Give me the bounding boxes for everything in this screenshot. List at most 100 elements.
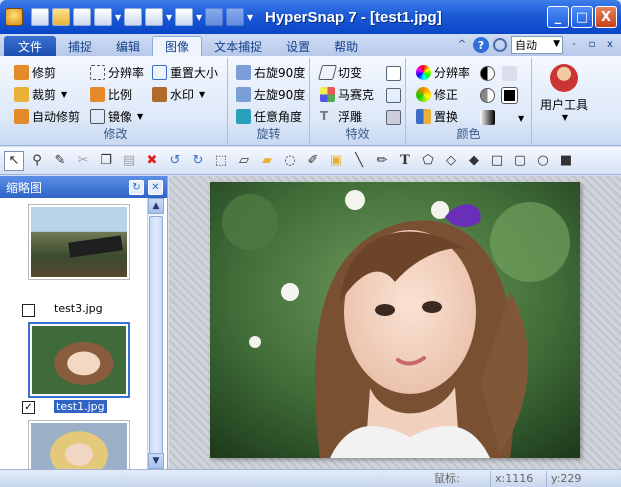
redo-icon[interactable]: ↻ [188,151,208,171]
paste-icon[interactable]: ▤ [119,151,139,171]
photo-image[interactable] [210,182,580,458]
tab-capture[interactable]: 捕捉 [56,36,104,56]
thumbnail-list[interactable]: test3.jpg ✓ test1.jpg [0,198,148,469]
new-icon[interactable] [31,8,49,26]
eyedropper-icon[interactable]: ✎ [50,151,70,171]
tab-edit[interactable]: 编辑 [104,36,152,56]
filled-rect-icon[interactable]: ■ [556,151,576,171]
tab-file[interactable]: 文件 [4,36,57,56]
save-icon[interactable] [73,8,91,26]
lasso-icon[interactable]: ◌ [280,151,300,171]
image-canvas[interactable] [169,176,621,469]
scroll-down-icon[interactable]: ▼ [148,453,164,469]
rotate-left-button[interactable]: 左旋90度 [236,86,305,103]
resolution-button[interactable]: 分辨率 [90,64,144,81]
text-icon[interactable]: T [395,151,415,171]
undo-icon[interactable]: ↺ [165,151,185,171]
polygon-icon[interactable]: ⬠ [418,151,438,171]
open-folder-icon[interactable] [52,8,70,26]
checkbox[interactable]: ✓ [22,401,35,414]
window-title: HyperSnap 7 - [test1.jpg] [265,8,442,26]
maximize-button[interactable]: □ [571,6,593,28]
minimize-button[interactable]: _ [547,6,569,28]
color-resolution-button[interactable]: 分辨率 [416,64,470,81]
screen-icon[interactable] [145,8,163,26]
color-replace-button[interactable]: 置换 [416,108,458,125]
customize-icon[interactable]: ▼ [247,13,253,22]
fill-icon[interactable]: ◆ [464,151,484,171]
contrast-icon[interactable] [480,66,495,81]
chevron-down-icon[interactable]: ▼ [518,114,524,123]
mirror-button[interactable]: 镜像 ▼ [90,108,143,125]
brightness-icon[interactable] [480,88,495,103]
shear-button[interactable]: 切变 [317,64,362,81]
app-icon[interactable] [5,8,23,26]
color-picker-icon[interactable]: ✐ [303,151,323,171]
tab-text-capture[interactable]: 文本捕捉 [202,36,274,56]
close-button[interactable]: X [595,6,617,28]
rotate-any-button[interactable]: 任意角度 [236,108,302,125]
tab-settings[interactable]: 设置 [274,36,322,56]
zoom-select[interactable]: 自动 ▼ [511,36,563,54]
delete-icon[interactable]: ✖ [142,151,162,171]
resize-button[interactable]: 重置大小 [152,64,218,81]
gradient-icon[interactable] [480,110,495,125]
doc-close-button[interactable]: x [603,38,617,52]
effect-frame-icon[interactable] [386,88,401,103]
print-icon[interactable] [124,8,142,26]
line-icon[interactable]: ╲ [349,151,369,171]
crop-select-icon[interactable]: ⬚ [211,151,231,171]
doc-restore-button[interactable]: ▫ [585,38,599,52]
zoom-lens-icon[interactable]: ⚲ [27,151,47,171]
tab-help[interactable]: 帮助 [322,36,370,56]
upload-icon[interactable] [94,8,112,26]
pencil-icon[interactable]: ✏ [372,151,392,171]
dropdown-icon[interactable]: ▼ [196,13,202,22]
refresh-icon[interactable]: ↻ [129,179,144,195]
dropdown-icon[interactable]: ▼ [166,13,172,22]
mosaic-button[interactable]: 马赛克 [320,86,374,103]
rounded-rect-icon[interactable]: ▢ [510,151,530,171]
trim-button[interactable]: 修剪 [14,64,56,81]
rectangle-icon[interactable]: □ [487,151,507,171]
auto-trim-button[interactable]: 自动修剪 [14,108,80,125]
clipboard-icon[interactable] [175,8,193,26]
thumbnail-scrollbar[interactable]: ▲ ▼ [147,198,164,469]
undo-icon[interactable] [205,8,223,26]
effect-extra-icon[interactable] [386,66,401,81]
checkbox[interactable] [22,304,35,317]
freeform-icon[interactable]: ◇ [441,151,461,171]
scroll-up-icon[interactable]: ▲ [148,198,164,214]
watermark-button[interactable]: 水印 ▼ [152,86,205,103]
doc-minimize-button[interactable]: - [567,38,581,52]
highlight-icon[interactable]: ▰ [257,151,277,171]
dropdown-icon[interactable]: ▼ [115,13,121,22]
cut-icon[interactable]: ✂ [73,151,93,171]
thumbnail-test1[interactable] [28,322,130,398]
redo-icon[interactable] [226,8,244,26]
crop-button[interactable]: 裁剪 ▼ [14,86,67,103]
photo-portrait [210,182,580,458]
dropper-icon[interactable] [502,66,517,81]
close-icon[interactable]: ✕ [148,179,163,195]
tab-image[interactable]: 图像 [152,36,203,56]
copy-icon[interactable]: ❐ [96,151,116,171]
thumbnail-test3[interactable] [28,204,130,280]
rotate-right-button[interactable]: 右旋90度 [236,64,305,81]
user-tools-button[interactable]: 用户工具 ▼ [538,64,590,122]
collapse-ribbon-icon[interactable]: ^ [455,38,469,52]
invert-icon[interactable] [501,87,518,104]
stamp-icon[interactable]: ▣ [326,151,346,171]
chevron-down-icon: ▼ [199,90,206,99]
color-correct-button[interactable]: 修正 [416,86,458,103]
effect-shadow-icon[interactable] [386,110,401,125]
eraser-icon[interactable]: ▱ [234,151,254,171]
emboss-button[interactable]: T 浮雕 [320,108,362,125]
thumbnail-third[interactable] [28,420,130,469]
select-arrow-icon[interactable]: ↖ [4,150,24,171]
scale-button[interactable]: 比例 [90,86,132,103]
help-icon[interactable]: ? [473,37,489,53]
ellipse-icon[interactable]: ○ [533,151,553,171]
scroll-thumb[interactable] [149,216,163,456]
search-icon[interactable] [493,38,507,52]
